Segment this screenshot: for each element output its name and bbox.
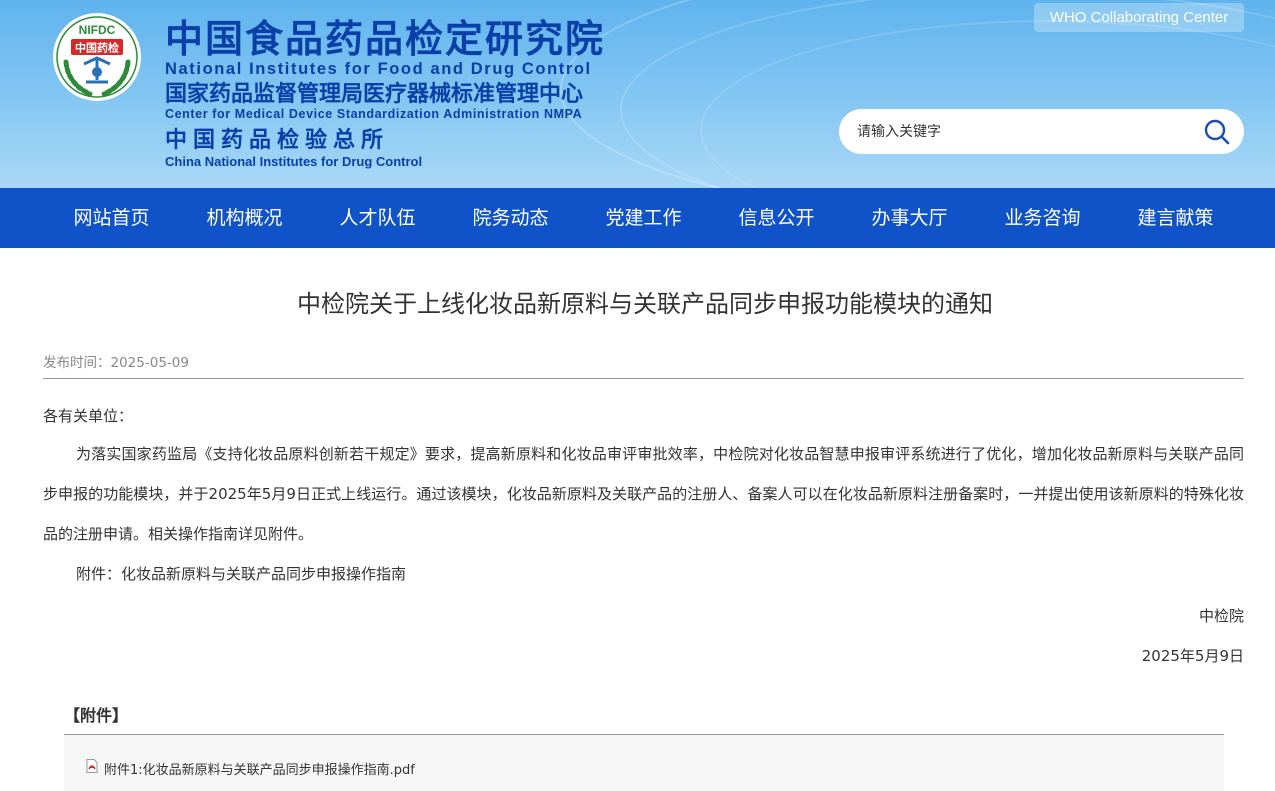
site-title-en: National Institutes for Food and Drug Co… xyxy=(165,60,592,78)
pdf-icon xyxy=(86,759,98,773)
main-nav: 网站首页 机构概况 人才队伍 院务动态 党建工作 信息公开 办事大厅 业务咨询 … xyxy=(0,188,1275,248)
attachment-link[interactable]: 附件1:化妆品新原料与关联产品同步申报操作指南.pdf xyxy=(104,759,415,778)
nav-item-disclosure[interactable]: 信息公开 xyxy=(710,188,843,248)
article-title: 中检院关于上线化妆品新原料与关联产品同步申报功能模块的通知 xyxy=(297,290,993,318)
nav-item-consulting[interactable]: 业务咨询 xyxy=(976,188,1109,248)
article-signature: 中检院 xyxy=(1198,607,1244,625)
site-title-block: 中国食品药品检定研究院 National Institutes for Food… xyxy=(165,18,605,169)
site-subtitle-en: Center for Medical Device Standardizatio… xyxy=(165,107,583,121)
article-salutation: 各有关单位： xyxy=(43,407,134,425)
search-input[interactable] xyxy=(857,109,1187,154)
nav-item-suggestions[interactable]: 建言献策 xyxy=(1109,188,1242,248)
site-title-cn: 中国食品药品检定研究院 xyxy=(165,17,606,61)
who-collaborating-center-button[interactable]: WHO Collaborating Center xyxy=(1034,3,1244,32)
attachments-header: 【附件】 xyxy=(64,706,129,725)
publish-time: 发布时间：2025-05-09 xyxy=(43,355,189,371)
nav-item-talent[interactable]: 人才队伍 xyxy=(311,188,444,248)
site-subtitle-cn: 国家药品监督管理局医疗器械标准管理中心 xyxy=(165,82,584,107)
nifdc-logo[interactable]: NIFDC 中国药检 xyxy=(52,12,142,102)
search-icon[interactable] xyxy=(1203,118,1231,146)
nav-item-service-hall[interactable]: 办事大厅 xyxy=(843,188,976,248)
nav-item-home[interactable]: 网站首页 xyxy=(45,188,178,248)
logo-top-text: NIFDC xyxy=(79,23,116,37)
site-third-en: China National Institutes for Drug Contr… xyxy=(165,154,423,169)
article-date: 2025年5月9日 xyxy=(1141,647,1244,665)
logo-mid-text: 中国药检 xyxy=(75,41,119,55)
article-attachment-line: 附件：化妆品新原料与关联产品同步申报操作指南 xyxy=(76,565,407,583)
nav-item-overview[interactable]: 机构概况 xyxy=(178,188,311,248)
site-header: NIFDC 中国药检 中国食品药品检定研究院 National Institut… xyxy=(0,0,1275,188)
nav-item-party[interactable]: 党建工作 xyxy=(577,188,710,248)
site-third-cn: 中国药品检验总所 xyxy=(165,128,390,153)
article-paragraph: 为落实国家药监局《支持化妆品原料创新若干规定》要求，提高新原料和化妆品审评审批效… xyxy=(43,445,1244,543)
nav-item-news[interactable]: 院务动态 xyxy=(444,188,577,248)
title-divider xyxy=(43,378,1244,379)
attachments-list: 附件1:化妆品新原料与关联产品同步申报操作指南.pdf xyxy=(64,734,1224,791)
search-box xyxy=(839,109,1244,154)
